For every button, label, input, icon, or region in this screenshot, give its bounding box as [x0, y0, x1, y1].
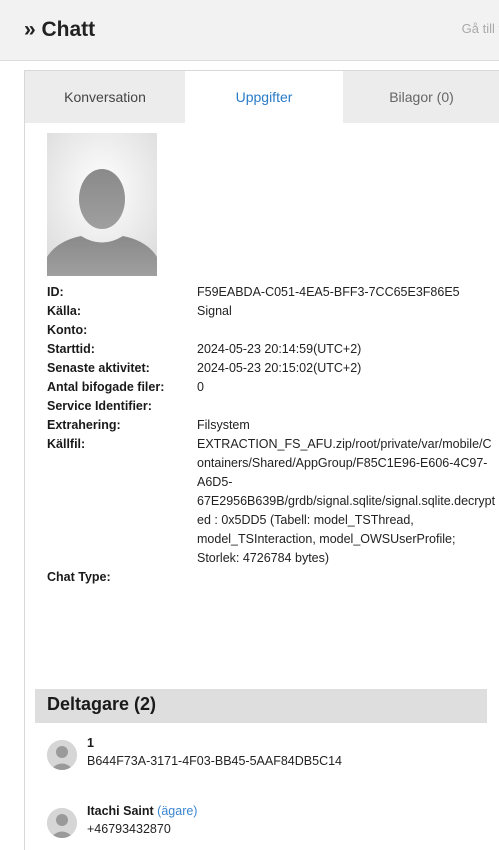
detail-row: Extrahering: Filsystem — [47, 416, 497, 435]
detail-label: Extrahering: — [47, 418, 121, 432]
avatar — [47, 808, 77, 838]
participant-name-line: Itachi Saint (ägare) — [87, 804, 197, 818]
detail-label: Senaste aktivitet: — [47, 361, 150, 375]
detail-label: Antal bifogade filer: — [47, 380, 165, 394]
detail-value: 2024-05-23 20:14:59(UTC+2) — [197, 342, 362, 356]
person-icon — [47, 740, 77, 770]
detail-value — [197, 397, 497, 416]
details-list: ID: F59EABDA-C051-4EA5-BFF3-7CC65E3F86E5 K… — [47, 283, 497, 587]
detail-value — [197, 321, 497, 340]
tab-uppgifter[interactable]: Uppgifter — [185, 71, 343, 123]
goto-dropdown[interactable]: Gå till ▾ — [462, 21, 499, 37]
participant-identifier: +46793432870 — [87, 822, 171, 836]
detail-value — [197, 568, 497, 587]
tab-konversation[interactable]: Konversation — [25, 71, 185, 123]
detail-label: Starttid: — [47, 342, 95, 356]
page-title: » Chatt — [24, 18, 96, 41]
tab-bar: Konversation Uppgifter Bilagor (0) — [25, 71, 499, 123]
detail-row: Konto: — [47, 321, 497, 340]
tab-bilagor[interactable]: Bilagor (0) — [343, 71, 499, 123]
detail-row: Antal bifogade filer: 0 — [47, 378, 497, 397]
avatar — [47, 740, 77, 770]
detail-row: Källa: Signal — [47, 302, 497, 321]
detail-value: Signal — [197, 304, 232, 318]
owner-label: (ägare) — [157, 804, 198, 818]
detail-label: Källfil: — [47, 437, 86, 451]
chat-header: » Chatt Gå till ▾ — [0, 0, 499, 61]
participant-name: 1 — [87, 736, 94, 750]
detail-value: 2024-05-23 20:15:02(UTC+2) — [197, 361, 362, 375]
detail-label: Chat Type: — [47, 570, 111, 584]
person-icon — [47, 808, 77, 838]
person-silhouette-icon — [47, 133, 157, 276]
participants-header: Deltagare (2) — [35, 689, 487, 723]
detail-value: EXTRACTION_FS_AFU.zip/root/private/var/m… — [197, 437, 496, 565]
detail-value: 0 — [197, 380, 204, 394]
detail-row: ID: F59EABDA-C051-4EA5-BFF3-7CC65E3F86E5 — [47, 283, 497, 302]
detail-label: Konto: — [47, 323, 88, 337]
detail-row: Senaste aktivitet: 2024-05-23 20:15:02(UT… — [47, 359, 497, 378]
participant-identifier: B644F73A-3171-4F03-BB45-5AAF84DB5C14 — [87, 754, 343, 768]
chat-panel: Konversation Uppgifter Bilagor (0) ID: F5… — [24, 70, 499, 850]
detail-label: Service Identifier: — [47, 399, 152, 413]
contact-avatar — [47, 133, 157, 276]
detail-row: Källfil: EXTRACTION_FS_AFU.zip/root/priva… — [47, 435, 497, 568]
participant-name: Itachi Saint — [87, 804, 154, 818]
detail-label: ID: — [47, 285, 64, 299]
detail-label: Källa: — [47, 304, 82, 318]
detail-value: Filsystem — [197, 418, 250, 432]
participants-title: Deltagare (2) — [47, 694, 157, 714]
detail-row: Starttid: 2024-05-23 20:14:59(UTC+2) — [47, 340, 497, 359]
detail-row: Service Identifier: — [47, 397, 497, 416]
detail-row: Chat Type: — [47, 568, 497, 587]
detail-value: F59EABDA-C051-4EA5-BFF3-7CC65E3F86E5 — [197, 285, 460, 299]
